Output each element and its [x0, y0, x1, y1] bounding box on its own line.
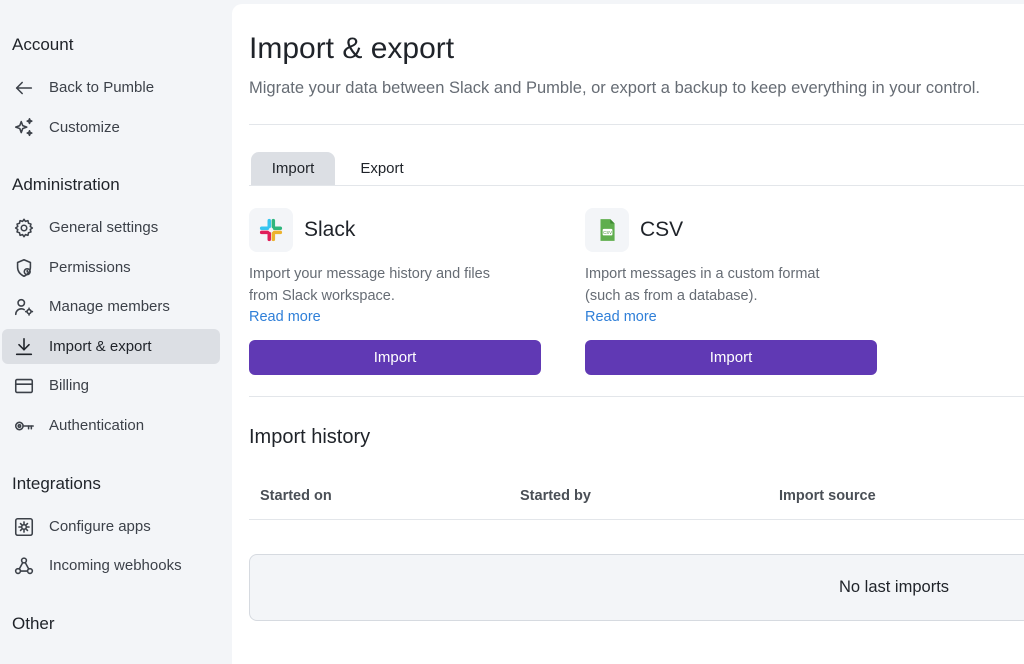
import-csv-button[interactable]: Import [585, 340, 877, 375]
sidebar-item-label: Authentication [49, 417, 145, 434]
shield-icon [12, 256, 36, 280]
sidebar-item-label: Customize [49, 119, 120, 136]
arrow-left-icon [12, 76, 36, 100]
card-desc-line: Import your message history and files [249, 266, 490, 282]
card-desc-line: Import messages in a custom format [585, 266, 820, 282]
section-title-account: Account [12, 35, 74, 54]
divider [249, 396, 1024, 397]
column-header-started-by: Started by [520, 488, 591, 504]
credit-card-icon [12, 374, 36, 398]
sidebar-item-label: Permissions [49, 259, 131, 276]
section-title-integrations: Integrations [12, 474, 101, 493]
user-gear-icon [12, 295, 36, 319]
card-title-slack: Slack [304, 218, 356, 241]
sparkle-icon [12, 116, 36, 140]
column-header-started-on: Started on [260, 488, 332, 504]
section-title-administration: Administration [12, 175, 120, 194]
sidebar-item-general-settings[interactable]: General settings [2, 210, 220, 245]
sidebar-item-customize[interactable]: Customize [2, 110, 220, 145]
card-desc-line: (such as from a database). [585, 288, 758, 304]
tab-export[interactable]: Export [340, 152, 424, 185]
gear-icon [12, 216, 36, 240]
card-title-csv: CSV [640, 218, 684, 241]
divider [249, 124, 1024, 125]
table-header-divider [249, 519, 1024, 520]
webhook-icon [12, 554, 36, 578]
column-header-import-source: Import source [779, 488, 876, 504]
sidebar-item-billing[interactable]: Billing [2, 368, 220, 403]
card-desc-slack: Import your message history and files fr… [249, 263, 549, 307]
app-gear-icon [12, 515, 36, 539]
csv-file-icon: CSV [585, 208, 629, 252]
svg-text:CSV: CSV [603, 230, 612, 235]
key-icon [12, 414, 36, 438]
read-more-link-csv[interactable]: Read more [585, 309, 657, 325]
sidebar-item-manage-members[interactable]: Manage members [2, 289, 220, 324]
tabs-divider [249, 185, 1024, 186]
sidebar-item-permissions[interactable]: Permissions [2, 250, 220, 285]
sidebar-item-label: Back to Pumble [49, 79, 155, 96]
empty-state-text: No last imports [839, 578, 950, 596]
sidebar-item-import-export[interactable]: Import & export [2, 329, 220, 364]
sidebar-item-back-to-pumble[interactable]: Back to Pumble [2, 70, 220, 105]
sidebar-item-authentication[interactable]: Authentication [2, 408, 220, 443]
sidebar: Account Back to Pumble Customize Adminis… [0, 0, 232, 651]
sidebar-item-configure-apps[interactable]: Configure apps [2, 509, 220, 544]
sidebar-item-label: Configure apps [49, 518, 151, 535]
download-icon [12, 335, 36, 359]
empty-state-box: No last imports [249, 554, 1024, 621]
sidebar-item-label: Incoming webhooks [49, 557, 182, 574]
sidebar-item-label: Billing [49, 377, 90, 394]
card-desc-line: from Slack workspace. [249, 288, 395, 304]
read-more-link-slack[interactable]: Read more [249, 309, 321, 325]
tab-import[interactable]: Import [251, 152, 335, 185]
section-title-other: Other [12, 614, 55, 633]
page-title: Import & export [249, 32, 455, 65]
page-subtitle: Migrate your data between Slack and Pumb… [249, 79, 980, 97]
card-desc-csv: Import messages in a custom format (such… [585, 263, 885, 307]
import-history-title: Import history [249, 426, 371, 448]
sidebar-item-label: Manage members [49, 298, 170, 315]
slack-logo-icon [249, 208, 293, 252]
sidebar-item-label: General settings [49, 219, 159, 236]
sidebar-item-incoming-webhooks[interactable]: Incoming webhooks [2, 548, 220, 583]
main-panel: Import & export Migrate your data betwee… [232, 4, 1024, 664]
import-slack-button[interactable]: Import [249, 340, 541, 375]
sidebar-item-label: Import & export [49, 338, 152, 355]
